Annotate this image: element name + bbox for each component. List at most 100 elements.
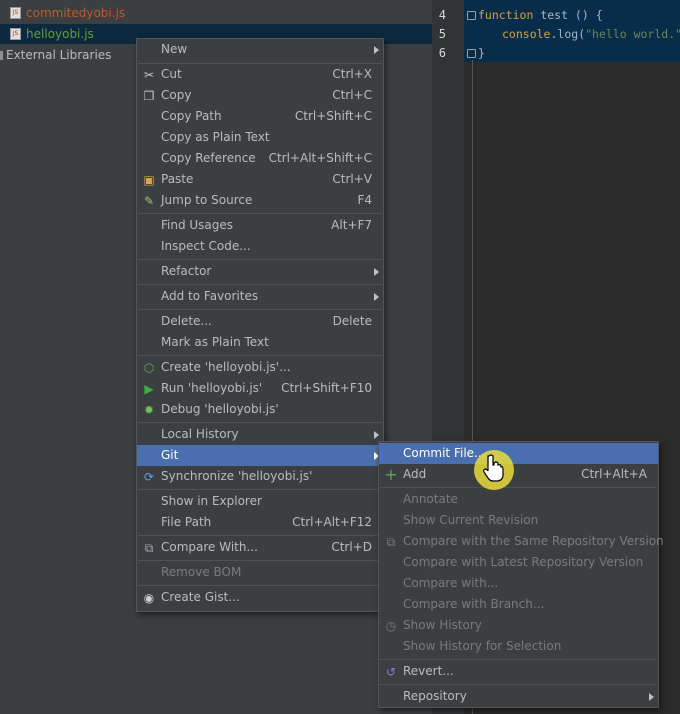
- git-item-annotate: Annotate: [379, 489, 658, 510]
- git-item-show-history: ◷ Show History: [379, 615, 658, 636]
- menu-item-show-in-explorer[interactable]: Show in Explorer: [137, 491, 383, 512]
- menu-shortcut: Ctrl+Alt+Shift+C: [268, 151, 372, 165]
- submenu-arrow-icon: [374, 46, 379, 54]
- revert-icon: ↺: [385, 665, 397, 679]
- menu-shortcut: Ctrl+Alt+A: [581, 467, 647, 481]
- menu-item-copy[interactable]: ❐ Copy Ctrl+C: [137, 85, 383, 106]
- sync-icon: ⟳: [143, 470, 155, 484]
- menu-item-create-run-config[interactable]: ⬡ Create 'helloyobi.js'...: [137, 357, 383, 378]
- fold-toggle-icon[interactable]: [467, 49, 476, 58]
- menu-item-file-path[interactable]: File Path Ctrl+Alt+F12: [137, 512, 383, 533]
- menu-label: Compare with Branch...: [403, 597, 545, 611]
- menu-item-compare-with[interactable]: ⧉ Compare With... Ctrl+D: [137, 537, 383, 558]
- menu-label: Compare With...: [161, 540, 258, 554]
- git-item-repository[interactable]: Repository: [379, 686, 658, 707]
- js-file-icon: JS: [10, 28, 21, 40]
- git-item-commit-file[interactable]: Commit File...: [379, 443, 658, 464]
- menu-item-copy-as-plain-text[interactable]: Copy as Plain Text: [137, 127, 383, 148]
- menu-item-refactor[interactable]: Refactor: [137, 261, 383, 282]
- menu-item-jump-to-source[interactable]: ✎ Jump to Source F4: [137, 190, 383, 211]
- menu-label: Show Current Revision: [403, 513, 539, 527]
- menu-item-copy-reference[interactable]: Copy Reference Ctrl+Alt+Shift+C: [137, 148, 383, 169]
- menu-label: Jump to Source: [161, 193, 253, 207]
- menu-item-debug[interactable]: ✹ Debug 'helloyobi.js': [137, 399, 383, 420]
- git-submenu: Commit File... + Add Ctrl+Alt+A Annotate …: [378, 441, 664, 708]
- menu-shortcut: Ctrl+D: [331, 540, 372, 554]
- menu-label: Compare with the Same Repository Version: [403, 534, 664, 548]
- separator: [138, 309, 382, 310]
- menu-item-inspect-code[interactable]: Inspect Code...: [137, 236, 383, 257]
- menu-item-mark-as-plain-text[interactable]: Mark as Plain Text: [137, 332, 383, 353]
- menu-label: Show in Explorer: [161, 494, 262, 508]
- menu-item-git[interactable]: Git: [137, 445, 383, 466]
- separator: [138, 259, 382, 260]
- keyword-function: function: [478, 8, 534, 22]
- code-line-6: }: [478, 46, 485, 60]
- menu-item-delete[interactable]: Delete... Delete: [137, 311, 383, 332]
- menu-item-copy-path[interactable]: Copy Path Ctrl+Shift+C: [137, 106, 383, 127]
- menu-item-remove-bom: Remove BOM: [137, 562, 383, 583]
- library-icon: [0, 51, 3, 60]
- menu-label: Mark as Plain Text: [161, 335, 269, 349]
- scissors-icon: ✂: [143, 68, 155, 82]
- menu-item-add-to-favorites[interactable]: Add to Favorites: [137, 286, 383, 307]
- context-menu: New ✂ Cut Ctrl+X ❐ Copy Ctrl+C Copy Path Ct…: [136, 38, 384, 612]
- menu-item-find-usages[interactable]: Find Usages Alt+F7: [137, 215, 383, 236]
- menu-shortcut: Alt+F7: [331, 218, 372, 232]
- tree-item-label: helloyobi.js: [26, 27, 94, 41]
- menu-item-create-gist[interactable]: ◉ Create Gist...: [137, 587, 383, 608]
- hand-cursor-icon: [483, 454, 504, 482]
- menu-item-local-history[interactable]: Local History: [137, 424, 383, 445]
- line-number: 4: [438, 8, 446, 22]
- submenu-arrow-icon: [374, 268, 379, 276]
- github-icon: ◉: [143, 591, 155, 605]
- menu-label: Local History: [161, 427, 239, 441]
- separator: [380, 659, 657, 660]
- menu-item-cut[interactable]: ✂ Cut Ctrl+X: [137, 64, 383, 85]
- separator: [138, 284, 382, 285]
- menu-label: Create Gist...: [161, 590, 240, 604]
- menu-label: Copy Path: [161, 109, 222, 123]
- menu-label: Add: [403, 467, 427, 481]
- menu-label: Cut: [161, 67, 182, 81]
- menu-shortcut: F4: [357, 193, 372, 207]
- submenu-arrow-icon: [374, 431, 379, 439]
- menu-label: Debug 'helloyobi.js': [161, 402, 279, 416]
- code-text: test () {: [533, 8, 603, 22]
- menu-item-run[interactable]: ▶ Run 'helloyobi.js' Ctrl+Shift+F10: [137, 378, 383, 399]
- run-icon: ▶: [144, 382, 154, 396]
- nodejs-icon: ⬡: [143, 361, 155, 375]
- menu-label: Show History for Selection: [403, 639, 562, 653]
- separator: [138, 489, 382, 490]
- history-icon: ◷: [385, 619, 397, 633]
- menu-label: File Path: [161, 515, 212, 529]
- git-item-add[interactable]: + Add Ctrl+Alt+A: [379, 464, 658, 485]
- menu-shortcut: Ctrl+V: [332, 172, 372, 186]
- plus-icon: +: [384, 465, 398, 484]
- menu-item-paste[interactable]: ▣ Paste Ctrl+V: [137, 169, 383, 190]
- menu-label: Copy Reference: [161, 151, 256, 165]
- separator: [138, 355, 382, 356]
- jump-to-source-icon: ✎: [143, 194, 155, 208]
- menu-label: Refactor: [161, 264, 212, 278]
- menu-label: Commit File...: [403, 446, 486, 460]
- menu-label: Create 'helloyobi.js'...: [161, 360, 291, 374]
- menu-item-synchronize[interactable]: ⟳ Synchronize 'helloyobi.js': [137, 466, 383, 487]
- menu-item-new[interactable]: New: [137, 39, 383, 60]
- fold-toggle-icon[interactable]: [467, 11, 476, 20]
- tree-item-label: External Libraries: [6, 48, 112, 62]
- menu-label: Find Usages: [161, 218, 234, 232]
- git-item-compare-with: Compare with...: [379, 573, 658, 594]
- git-item-compare-latest-version: Compare with Latest Repository Version: [379, 552, 658, 573]
- separator: [138, 213, 382, 214]
- git-item-revert[interactable]: ↺ Revert...: [379, 661, 658, 682]
- menu-shortcut: Ctrl+Shift+C: [294, 109, 372, 123]
- compare-icon: ⧉: [144, 541, 154, 555]
- paste-icon: ▣: [143, 173, 155, 187]
- separator: [138, 422, 382, 423]
- copy-icon: ❐: [143, 89, 155, 103]
- separator: [380, 487, 657, 488]
- separator: [138, 560, 382, 561]
- menu-label: Compare with...: [403, 576, 499, 590]
- menu-label: Paste: [161, 172, 194, 186]
